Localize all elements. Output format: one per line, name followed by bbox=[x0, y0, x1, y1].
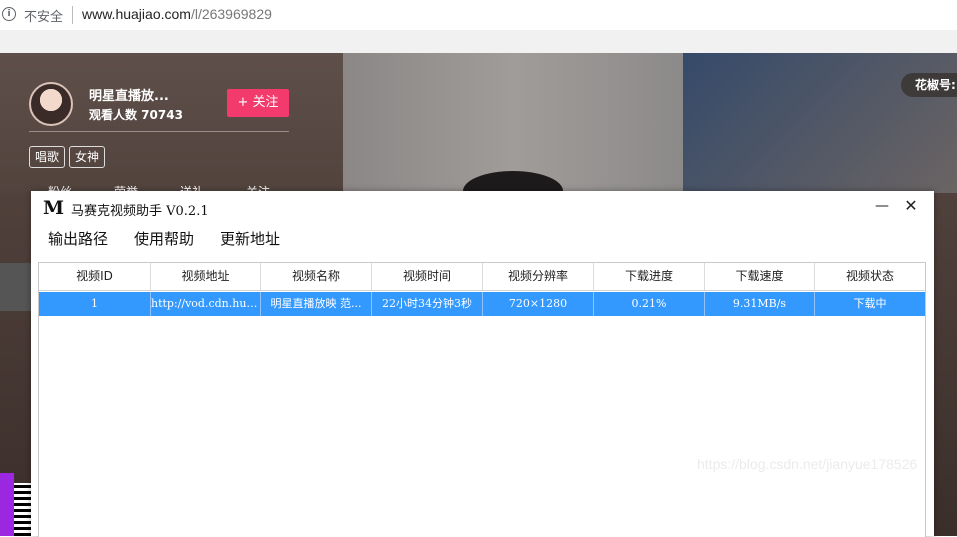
table-header: 视频ID 视频地址 视频名称 视频时间 视频分辨率 下载进度 下载速度 视频状态 bbox=[39, 263, 925, 291]
url-path: /l/263969829 bbox=[190, 6, 272, 22]
column-header-status[interactable]: 视频状态 bbox=[815, 263, 925, 290]
column-header-id[interactable]: 视频ID bbox=[39, 263, 151, 290]
cell-url: http://vod.cdn.huajiao.com bbox=[151, 292, 261, 316]
menu-output-path[interactable]: 输出路径 bbox=[48, 228, 108, 249]
browser-address-bar[interactable]: i 不安全 www.huajiao.com/l/263969829 bbox=[0, 0, 957, 30]
cell-id: 1 bbox=[39, 292, 151, 316]
cell-speed: 9.31MB/s bbox=[705, 292, 815, 316]
cell-progress: 0.21% bbox=[594, 292, 705, 316]
cell-status: 下载中 bbox=[853, 297, 887, 310]
follow-button[interactable]: + 关注 bbox=[227, 89, 289, 117]
security-label[interactable]: 不安全 bbox=[24, 6, 63, 25]
qr-code-icon[interactable] bbox=[14, 483, 32, 536]
toolbar-gap bbox=[0, 30, 957, 53]
column-header-progress[interactable]: 下载进度 bbox=[594, 263, 705, 290]
menu-bar: 输出路径 使用帮助 更新地址 bbox=[31, 223, 934, 253]
tag-goddess[interactable]: 女神 bbox=[69, 146, 106, 168]
url-host: www.huajiao.com bbox=[82, 6, 191, 22]
divider bbox=[29, 131, 289, 132]
title-bar[interactable]: M 马赛克视频助手 V0.2.1 — ✕ bbox=[31, 191, 934, 223]
viewer-count: 观看人数 70743 bbox=[89, 108, 183, 122]
column-header-name[interactable]: 视频名称 bbox=[261, 263, 372, 290]
cell-resolution: 720×1280 bbox=[483, 292, 594, 316]
anchor-name[interactable]: 明星直播放... bbox=[89, 85, 169, 104]
close-button[interactable]: ✕ bbox=[901, 196, 921, 216]
url-text[interactable]: www.huajiao.com/l/263969829 bbox=[82, 6, 272, 22]
cell-name: 明星直播放映 范... bbox=[261, 292, 372, 316]
promo-strip[interactable] bbox=[0, 473, 14, 536]
cell-duration: 22小时34分钟3秒 bbox=[372, 292, 483, 316]
column-header-url[interactable]: 视频地址 bbox=[151, 263, 261, 290]
menu-help[interactable]: 使用帮助 bbox=[134, 228, 194, 249]
window-title: 马赛克视频助手 V0.2.1 bbox=[71, 204, 209, 219]
menu-update-url[interactable]: 更新地址 bbox=[220, 228, 280, 249]
video-frame bbox=[343, 53, 683, 211]
video-helper-window: M 马赛克视频助手 V0.2.1 — ✕ 输出路径 使用帮助 更新地址 视频ID… bbox=[31, 191, 934, 537]
info-icon[interactable]: i bbox=[2, 7, 16, 21]
table-row[interactable]: 1 http://vod.cdn.huajiao.com 明星直播放映 范...… bbox=[39, 292, 925, 316]
video-table[interactable]: 视频ID 视频地址 视频名称 视频时间 视频分辨率 下载进度 下载速度 视频状态… bbox=[38, 262, 926, 537]
tag-singing[interactable]: 唱歌 bbox=[29, 146, 66, 168]
huajiao-id-badge: 花椒号: bbox=[901, 73, 957, 97]
side-panel-edge bbox=[0, 263, 31, 311]
app-logo-icon: M bbox=[43, 197, 64, 219]
column-header-speed[interactable]: 下载速度 bbox=[705, 263, 815, 290]
minimize-button[interactable]: — bbox=[872, 196, 892, 216]
divider bbox=[72, 6, 73, 24]
column-header-duration[interactable]: 视频时间 bbox=[372, 263, 483, 290]
watermark-text: https://blog.csdn.net/jianyue178526 bbox=[697, 456, 918, 472]
avatar[interactable] bbox=[29, 82, 73, 126]
column-header-resolution[interactable]: 视频分辨率 bbox=[483, 263, 594, 290]
